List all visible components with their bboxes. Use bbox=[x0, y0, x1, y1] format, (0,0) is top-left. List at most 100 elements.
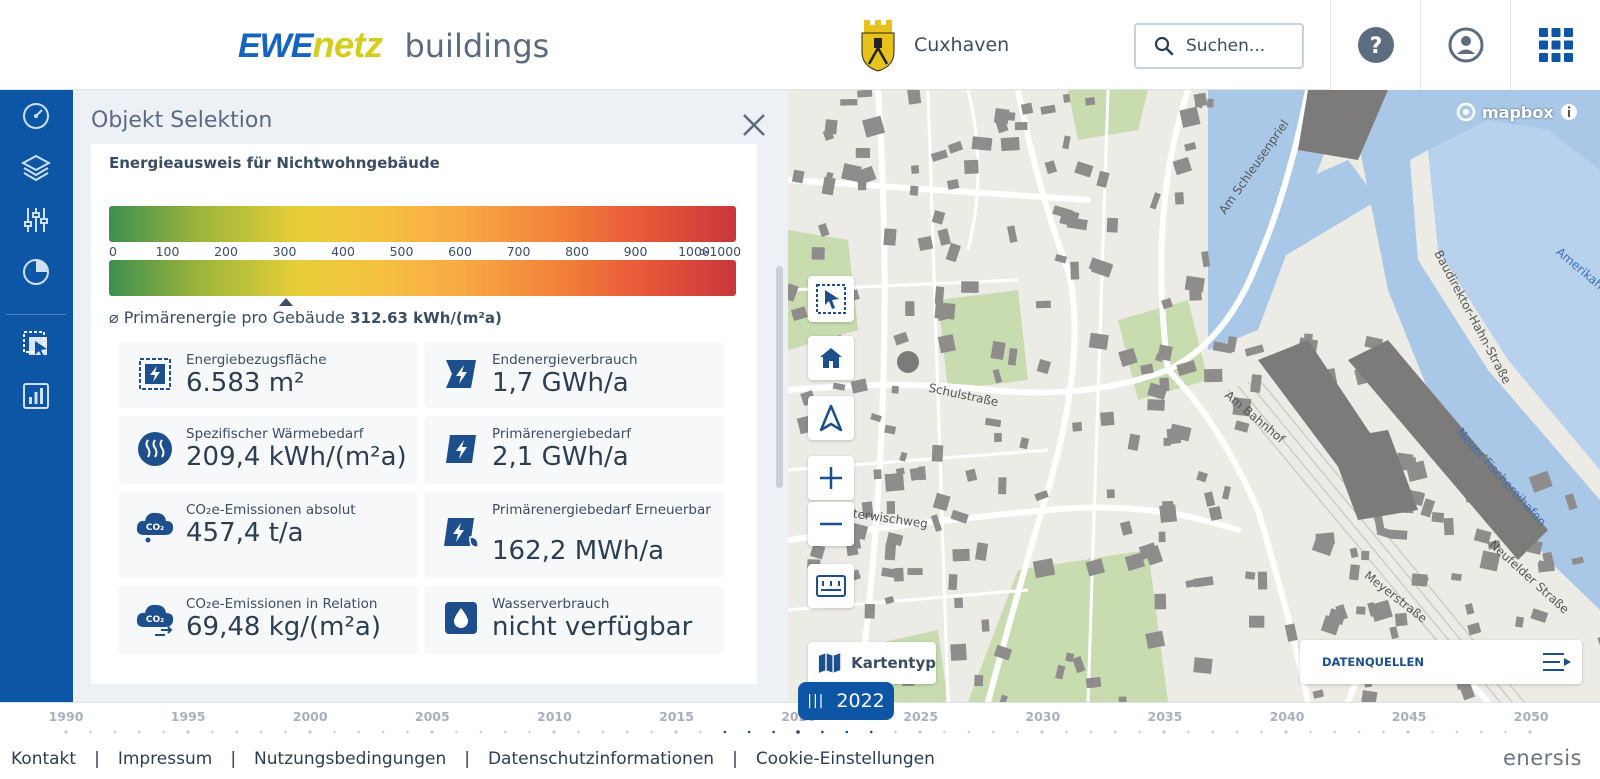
map-canvas[interactable] bbox=[788, 90, 1600, 702]
rail-statistics-button[interactable] bbox=[18, 254, 54, 290]
map-view[interactable]: Schulstraße Westerwischweg Am Bahnhof Ne… bbox=[788, 90, 1600, 702]
map-building[interactable] bbox=[909, 185, 919, 196]
close-panel-button[interactable] bbox=[739, 110, 769, 140]
map-building[interactable] bbox=[948, 574, 958, 591]
timeline-tick[interactable] bbox=[821, 730, 824, 734]
map-building[interactable] bbox=[873, 469, 882, 480]
timeline-tick[interactable] bbox=[211, 730, 214, 734]
search-input[interactable] bbox=[1186, 36, 1286, 56]
timeline-tick[interactable] bbox=[308, 730, 312, 734]
timeline-year-label[interactable]: 2025 bbox=[903, 709, 938, 724]
map-building[interactable] bbox=[1193, 92, 1208, 108]
timeline-tick[interactable] bbox=[1211, 730, 1215, 734]
timeline-year-label[interactable]: 1995 bbox=[171, 709, 206, 724]
map-building[interactable] bbox=[1145, 630, 1166, 649]
map-building[interactable] bbox=[907, 90, 922, 105]
map-building[interactable] bbox=[905, 301, 915, 316]
timeline-tick[interactable] bbox=[991, 730, 995, 734]
map-type-button[interactable]: Kartentyp bbox=[808, 642, 936, 684]
map-building[interactable] bbox=[1451, 573, 1462, 582]
timeline-tick[interactable] bbox=[625, 730, 629, 734]
timeline-tick[interactable] bbox=[1382, 730, 1385, 734]
timeline-tick[interactable] bbox=[1333, 730, 1337, 734]
timeline-tick[interactable] bbox=[1113, 730, 1117, 734]
map-building[interactable] bbox=[1070, 261, 1080, 280]
timeline-tick[interactable] bbox=[747, 730, 751, 734]
map-building[interactable] bbox=[1154, 593, 1167, 610]
map-building[interactable] bbox=[1244, 571, 1256, 580]
timeline-tick[interactable] bbox=[430, 730, 434, 734]
help-button[interactable]: ? bbox=[1330, 0, 1420, 90]
map-building[interactable] bbox=[1159, 504, 1177, 523]
timeline-tick[interactable] bbox=[601, 730, 605, 734]
timeline-tick[interactable] bbox=[699, 730, 702, 734]
map-building[interactable] bbox=[1106, 217, 1119, 233]
footer-link-cookies[interactable]: Cookie-Einstellungen bbox=[756, 749, 935, 769]
map-building[interactable] bbox=[1062, 93, 1071, 103]
timeline-tick[interactable] bbox=[772, 730, 775, 734]
timeline-tick[interactable] bbox=[1284, 730, 1288, 734]
select-tool-button[interactable] bbox=[808, 276, 854, 322]
timeline-year-label[interactable]: 2035 bbox=[1147, 709, 1182, 724]
map-building[interactable] bbox=[1106, 489, 1115, 499]
timeline-year-label[interactable]: 2010 bbox=[537, 709, 572, 724]
map-building[interactable] bbox=[891, 385, 899, 394]
timeline-year-label[interactable]: 2000 bbox=[293, 709, 328, 724]
timeline-tick[interactable] bbox=[1357, 730, 1361, 734]
timeline-year-handle[interactable]: ||| 2022 bbox=[798, 682, 894, 720]
map-building[interactable] bbox=[1000, 136, 1020, 152]
map-building[interactable] bbox=[1085, 676, 1102, 689]
rail-object-selection-button[interactable] bbox=[18, 326, 54, 362]
map-building[interactable] bbox=[934, 302, 956, 320]
map-building[interactable] bbox=[884, 542, 897, 561]
map-building[interactable] bbox=[1072, 421, 1083, 432]
map-building[interactable] bbox=[961, 281, 979, 293]
timeline-tick[interactable] bbox=[528, 730, 531, 734]
timeline-tick[interactable] bbox=[1455, 730, 1459, 734]
timeline-tick[interactable] bbox=[1504, 730, 1507, 734]
map-building[interactable] bbox=[1088, 332, 1109, 350]
map-building[interactable] bbox=[1394, 612, 1408, 627]
timeline-tick[interactable] bbox=[869, 730, 873, 734]
timeline-tick[interactable] bbox=[186, 730, 190, 734]
timeline-tick[interactable] bbox=[1235, 730, 1239, 734]
map-building[interactable] bbox=[884, 472, 905, 492]
map-building[interactable] bbox=[952, 548, 970, 562]
search-box[interactable] bbox=[1134, 23, 1304, 69]
map-building[interactable] bbox=[974, 674, 984, 687]
map-building[interactable] bbox=[1035, 300, 1051, 309]
rail-layers-button[interactable] bbox=[18, 150, 54, 186]
map-building[interactable] bbox=[791, 169, 805, 184]
zoom-in-button[interactable] bbox=[808, 456, 854, 500]
map-building[interactable] bbox=[1356, 606, 1366, 615]
map-building[interactable] bbox=[934, 286, 945, 305]
timeline-tick[interactable] bbox=[503, 730, 507, 734]
map-building[interactable] bbox=[1443, 517, 1455, 536]
compass-button[interactable] bbox=[808, 396, 854, 440]
timeline-tick[interactable] bbox=[259, 730, 263, 734]
timeline-tick[interactable] bbox=[1528, 730, 1532, 734]
footer-link-datenschutz[interactable]: Datenschutzinformationen bbox=[488, 749, 714, 769]
timeline-track[interactable] bbox=[60, 730, 1540, 734]
map-building[interactable] bbox=[1348, 564, 1360, 581]
map-building[interactable] bbox=[1207, 98, 1214, 108]
timeline-tick[interactable] bbox=[137, 730, 141, 734]
timeline-tick[interactable] bbox=[406, 730, 409, 734]
map-building[interactable] bbox=[1514, 616, 1525, 628]
map-building[interactable] bbox=[1248, 615, 1265, 628]
timeline-tick[interactable] bbox=[1162, 730, 1166, 734]
data-sources-button[interactable]: DATENQUELLEN bbox=[1300, 640, 1582, 684]
timeline-tick[interactable] bbox=[284, 730, 287, 734]
timeline-tick[interactable] bbox=[1406, 730, 1410, 734]
timeline-tick[interactable] bbox=[333, 730, 336, 734]
timeline-tick[interactable] bbox=[64, 730, 68, 734]
map-building[interactable] bbox=[917, 235, 934, 252]
map-building[interactable] bbox=[981, 619, 990, 632]
map-building[interactable] bbox=[883, 228, 897, 246]
timeline-tick[interactable] bbox=[381, 730, 385, 734]
timeline-tick[interactable] bbox=[796, 730, 800, 734]
map-building[interactable] bbox=[993, 107, 1010, 125]
map-building[interactable] bbox=[909, 467, 925, 481]
timeline-year-label[interactable]: 2045 bbox=[1392, 709, 1427, 724]
map-building[interactable] bbox=[1147, 399, 1165, 411]
